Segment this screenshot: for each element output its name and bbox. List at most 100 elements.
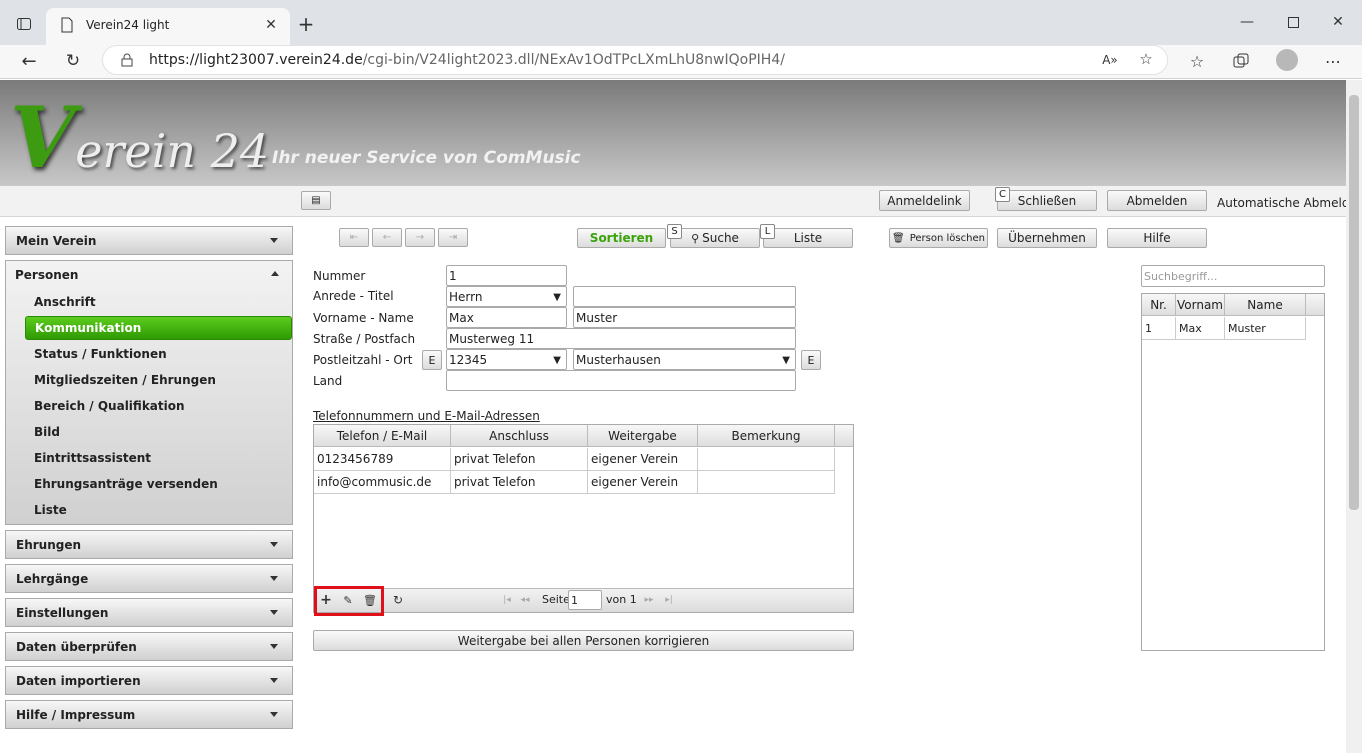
nachname-field[interactable]: Muster <box>573 307 796 328</box>
nav-mitgliedszeiten[interactable]: Mitgliedszeiten / Ehrungen <box>25 368 292 392</box>
nav-bereich-qualifikation[interactable]: Bereich / Qualifikation <box>25 394 292 418</box>
hilfe-button[interactable]: Hilfe <box>1107 228 1207 248</box>
table-cell[interactable] <box>698 471 835 494</box>
chevron-down-icon <box>270 576 278 581</box>
nav-daten-importieren[interactable]: Daten importieren <box>5 666 293 695</box>
nav-einstellungen[interactable]: Einstellungen <box>5 598 293 627</box>
table-cell[interactable]: info@commusic.de <box>314 471 451 494</box>
nav-ehrungsantraege[interactable]: Ehrungsanträge versenden <box>25 472 292 496</box>
schliessen-button[interactable]: Schließen <box>997 190 1097 211</box>
chevron-down-icon: ▼ <box>782 355 790 366</box>
last-record-button[interactable]: ⇥ <box>438 228 468 247</box>
table-cell[interactable]: Max <box>1176 317 1225 340</box>
first-page-icon[interactable]: |◂ <box>500 593 514 607</box>
strasse-label: Straße / Postfach <box>313 332 416 346</box>
minimize-icon[interactable]: — <box>1236 12 1258 32</box>
ort-edit-button[interactable]: E <box>801 350 821 370</box>
strasse-field[interactable]: Musterweg 11 <box>446 328 796 349</box>
scrollbar-thumb[interactable] <box>1349 95 1359 510</box>
table-cell[interactable]: privat Telefon <box>451 471 588 494</box>
suche-button[interactable]: ⚲ Suche <box>670 228 760 248</box>
close-window-icon[interactable]: ✕ <box>1327 12 1349 32</box>
table-cell[interactable]: Muster <box>1225 317 1306 340</box>
nav-mein-verein[interactable]: Mein Verein <box>5 226 293 255</box>
nav-kommunikation[interactable]: Kommunikation <box>25 316 292 340</box>
nav-anschrift[interactable]: Anschrift <box>25 290 292 314</box>
list-icon: ▤ <box>311 195 321 206</box>
nav-personen[interactable]: Personen <box>5 260 293 289</box>
reload-icon[interactable]: ↻ <box>62 50 84 72</box>
nav-daten-ueberpruefen[interactable]: Daten überprüfen <box>5 632 293 661</box>
col-bemerkung[interactable]: Bemerkung <box>698 425 835 447</box>
plz-edit-button[interactable]: E <box>422 350 442 370</box>
lock-icon <box>121 53 133 70</box>
table-cell[interactable]: eigener Verein <box>588 448 698 471</box>
page-input[interactable]: 1 <box>568 590 602 610</box>
col-telefon[interactable]: Telefon / E-Mail <box>314 425 451 447</box>
person-loeschen-label: Person löschen <box>909 232 985 244</box>
nav-liste[interactable]: Liste <box>25 498 292 522</box>
table-cell[interactable]: privat Telefon <box>451 448 588 471</box>
search-input[interactable]: Suchbegriff... <box>1141 265 1325 287</box>
name-label: Vorname - Name <box>313 311 414 325</box>
col-name[interactable]: Name <box>1225 294 1306 316</box>
table-cell[interactable]: 1 <box>1142 317 1176 340</box>
back-icon[interactable]: ← <box>18 50 40 72</box>
nummer-field[interactable]: 1 <box>446 265 567 286</box>
last-icon: ⇥ <box>448 232 458 243</box>
first-record-button[interactable]: ⇤ <box>339 228 369 247</box>
vorname-field[interactable]: Max <box>446 307 567 328</box>
next-record-button[interactable]: → <box>405 228 435 247</box>
add-favorite-icon[interactable]: ☆ <box>1137 50 1155 68</box>
table-cell[interactable]: eigener Verein <box>588 471 698 494</box>
highlight-box <box>314 586 384 616</box>
chevron-down-icon <box>270 542 278 547</box>
col-anschluss[interactable]: Anschluss <box>451 425 588 447</box>
anrede-label: Anrede - Titel <box>313 289 394 303</box>
pager-seite-label: Seite <box>542 593 570 606</box>
col-nr[interactable]: Nr. <box>1142 294 1176 316</box>
col-weitergabe[interactable]: Weitergabe <box>588 425 698 447</box>
weitergabe-korrigieren-button[interactable]: Weitergabe bei allen Personen korrigiere… <box>313 630 854 651</box>
read-aloud-icon[interactable]: A» <box>1101 51 1119 69</box>
favorites-icon[interactable]: ☆ <box>1186 50 1208 72</box>
nav-bild[interactable]: Bild <box>25 420 292 444</box>
refresh-icon[interactable]: ↻ <box>391 592 405 608</box>
new-tab-icon[interactable]: + <box>295 12 317 36</box>
titel-field[interactable] <box>573 286 796 307</box>
prev-record-button[interactable]: ← <box>372 228 402 247</box>
close-tab-icon[interactable]: ✕ <box>262 16 280 34</box>
browser-tab[interactable]: Verein24 light ✕ <box>46 8 290 45</box>
liste-button[interactable]: Liste <box>763 228 853 248</box>
chevron-down-icon: ▼ <box>553 355 561 366</box>
chevron-up-icon <box>271 271 279 276</box>
profile-avatar[interactable] <box>1276 49 1298 71</box>
nav-hilfe-impressum[interactable]: Hilfe / Impressum <box>5 700 293 729</box>
abmelden-button[interactable]: Abmelden <box>1107 190 1207 211</box>
collections-icon[interactable] <box>1230 50 1252 72</box>
maximize-icon[interactable] <box>1282 12 1304 32</box>
ort-select[interactable]: Musterhausen ▼ <box>573 349 796 370</box>
next-page-icon[interactable]: ▸▸ <box>642 593 656 607</box>
pager-von-label: von 1 <box>606 593 637 606</box>
nav-lehrgaenge[interactable]: Lehrgänge <box>5 564 293 593</box>
table-cell[interactable]: 0123456789 <box>314 448 451 471</box>
plz-select[interactable]: 12345 ▼ <box>446 349 567 370</box>
anmeldelink-button[interactable]: Anmeldelink <box>879 190 970 211</box>
person-loeschen-button[interactable]: 🗑 Person löschen <box>889 228 988 248</box>
col-vorname[interactable]: Vornam <box>1176 294 1225 316</box>
nav-eintrittsassistent[interactable]: Eintrittsassistent <box>25 446 292 470</box>
tab-actions-icon[interactable] <box>12 12 36 36</box>
nav-status-funktionen[interactable]: Status / Funktionen <box>25 342 292 366</box>
table-cell[interactable] <box>698 448 835 471</box>
anrede-select[interactable]: Herrn ▼ <box>446 286 567 307</box>
prev-page-icon[interactable]: ◂◂ <box>518 593 532 607</box>
menu-toggle-button[interactable]: ▤ <box>301 191 331 210</box>
more-icon[interactable]: ⋯ <box>1322 50 1344 72</box>
land-field[interactable] <box>446 370 796 391</box>
uebernehmen-button[interactable]: Übernehmen <box>997 228 1097 248</box>
sortieren-button[interactable]: Sortieren <box>577 228 666 248</box>
nav-ehrungen[interactable]: Ehrungen <box>5 530 293 559</box>
last-page-icon[interactable]: ▸| <box>662 593 676 607</box>
address-bar[interactable]: https://light23007.verein24.de/cgi-bin/V… <box>102 45 1168 75</box>
